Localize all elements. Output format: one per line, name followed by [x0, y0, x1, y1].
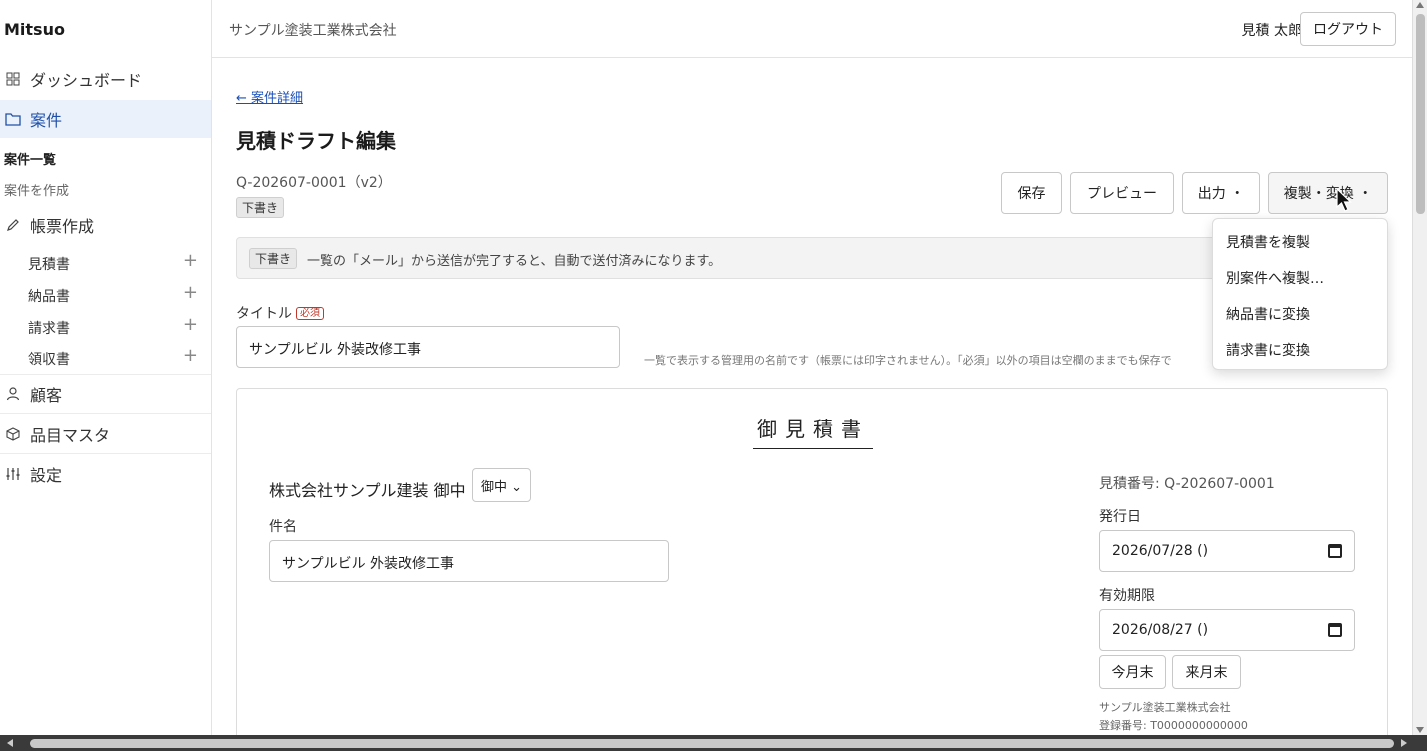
nav-doc-delivery-label: 納品書	[28, 289, 70, 305]
scroll-right-icon[interactable]	[1401, 739, 1407, 747]
duplicate-convert-menu: 見積書を複製 別案件へ複製… 納品書に変換 請求書に変換	[1212, 218, 1388, 370]
mouse-cursor-icon	[1336, 187, 1354, 218]
folder-icon	[4, 110, 22, 128]
required-badge: 必須	[296, 307, 324, 320]
notice-badge: 下書き	[249, 248, 298, 269]
scroll-down-icon[interactable]	[1416, 727, 1424, 733]
issuer-info: サンプル塗装工業株式会社 登録番号: T0000000000000	[1099, 699, 1248, 735]
sidebar: Mitsuo ダッシュボード 案件 案件一覧 案件を作成 帳票作成 見積書 + …	[0, 0, 212, 735]
vertical-scroll-thumb[interactable]	[1416, 14, 1425, 214]
plus-icon[interactable]: +	[183, 252, 198, 274]
divider	[0, 453, 211, 454]
pencil-icon	[4, 216, 22, 234]
scroll-left-icon[interactable]	[7, 739, 13, 747]
grid-icon	[4, 70, 22, 88]
menu-item-convert-to-delivery[interactable]: 納品書に変換	[1226, 304, 1310, 324]
expiry-date-label: 有効期限	[1099, 588, 1155, 604]
title-input[interactable]: サンプルビル 外装改修工事	[236, 326, 620, 368]
nav-forms-label: 帳票作成	[30, 217, 95, 236]
user-name: 見積 太郎	[1241, 23, 1302, 39]
box-icon	[4, 425, 22, 443]
menu-item-duplicate-quote[interactable]: 見積書を複製	[1226, 232, 1310, 252]
nav-doc-quote-label: 見積書	[28, 257, 70, 273]
nav-items-label: 品目マスタ	[30, 426, 111, 445]
nav-case-create[interactable]: 案件を作成	[4, 180, 69, 199]
title-label-text: タイトル	[236, 306, 292, 322]
nav-settings[interactable]: 設定	[0, 455, 211, 493]
notice-text: 一覧の「メール」から送信が完了すると、自動で送付済みになります。	[307, 254, 722, 269]
expiry-date-input[interactable]: 2026/08/27 ()	[1099, 609, 1355, 651]
issuer-registration: 登録番号: T0000000000000	[1099, 719, 1248, 732]
back-link[interactable]: ← 案件詳細	[236, 87, 303, 106]
document-heading: 御見積書	[753, 413, 873, 449]
honorific-select[interactable]: 御中 ⌄	[472, 468, 531, 502]
sliders-icon	[4, 465, 22, 483]
client-name: 株式会社サンプル建装 御中	[269, 481, 466, 500]
app-brand: Mitsuo	[4, 20, 65, 39]
nav-doc-delivery[interactable]: 納品書 +	[28, 284, 198, 306]
nav-case-list[interactable]: 案件一覧	[4, 149, 56, 168]
nav-dashboard[interactable]: ダッシュボード	[0, 60, 211, 98]
nav-customers[interactable]: 顧客	[0, 375, 211, 413]
nav-doc-receipt[interactable]: 領収書 +	[28, 347, 198, 369]
nav-settings-label: 設定	[30, 466, 63, 485]
menu-item-convert-to-invoice[interactable]: 請求書に変換	[1226, 340, 1310, 360]
nav-doc-receipt-label: 領収書	[28, 352, 70, 368]
document-id: Q-202607-0001（v2）	[236, 175, 392, 191]
nav-doc-quote[interactable]: 見積書 +	[28, 252, 198, 274]
nav-dashboard-label: ダッシュボード	[30, 71, 143, 90]
nav-forms[interactable]: 帳票作成	[0, 206, 211, 244]
calendar-icon[interactable]	[1328, 544, 1342, 558]
duplicate-convert-dropdown-button[interactable]: 複製・変換 ・	[1268, 172, 1388, 214]
this-month-end-button[interactable]: 今月末	[1099, 655, 1166, 689]
subject-label: 件名	[269, 519, 297, 535]
output-dropdown-button[interactable]: 出力 ・	[1182, 172, 1260, 214]
subject-input[interactable]: サンプルビル 外装改修工事	[269, 540, 669, 582]
header: サンプル塗装工業株式会社 見積 太郎 ログアウト	[212, 0, 1412, 58]
quote-number: 見積番号: Q-202607-0001	[1099, 476, 1275, 492]
vertical-scrollbar[interactable]	[1412, 0, 1427, 735]
document-paper: 御見積書 株式会社サンプル建装 御中 御中 ⌄ 件名 サンプルビル 外装改修工事…	[236, 388, 1388, 735]
company-name: サンプル塗装工業株式会社	[229, 23, 397, 39]
menu-item-duplicate-to-other-case[interactable]: 別案件へ複製…	[1226, 268, 1324, 288]
issuer-name: サンプル塗装工業株式会社	[1099, 701, 1231, 714]
scroll-up-icon[interactable]	[1416, 2, 1424, 8]
next-month-end-button[interactable]: 来月末	[1172, 655, 1241, 689]
plus-icon[interactable]: +	[183, 347, 198, 369]
title-label: タイトル 必須	[236, 303, 324, 323]
expiry-date-value: 2026/08/27 ()	[1112, 622, 1209, 638]
nav-items[interactable]: 品目マスタ	[0, 415, 211, 453]
nav-customers-label: 顧客	[30, 386, 63, 405]
plus-icon[interactable]: +	[183, 284, 198, 306]
nav-doc-invoice-label: 請求書	[28, 321, 70, 337]
plus-icon[interactable]: +	[183, 316, 198, 338]
nav-cases-label: 案件	[30, 111, 63, 130]
page-title: 見積ドラフト編集	[236, 129, 396, 153]
issue-date-value: 2026/07/28 ()	[1112, 543, 1209, 559]
horizontal-scrollbar[interactable]	[0, 735, 1427, 751]
main-content: ← 案件詳細 見積ドラフト編集 Q-202607-0001（v2） 下書き 保存…	[212, 59, 1412, 735]
logout-button[interactable]: ログアウト	[1300, 12, 1396, 46]
preview-button[interactable]: プレビュー	[1070, 172, 1174, 214]
title-hint: 一覧で表示する管理用の名前です（帳票には印字されません）。「必須」以外の項目は空…	[644, 354, 1172, 367]
calendar-icon[interactable]	[1328, 623, 1342, 637]
save-button[interactable]: 保存	[1001, 172, 1062, 214]
issue-date-input[interactable]: 2026/07/28 ()	[1099, 530, 1355, 572]
horizontal-scroll-thumb[interactable]	[30, 739, 1394, 748]
status-badge: 下書き	[236, 197, 285, 218]
nav-doc-invoice[interactable]: 請求書 +	[28, 316, 198, 338]
divider	[0, 413, 211, 414]
person-icon	[4, 385, 22, 403]
issue-date-label: 発行日	[1099, 509, 1141, 525]
nav-cases[interactable]: 案件	[0, 100, 211, 138]
